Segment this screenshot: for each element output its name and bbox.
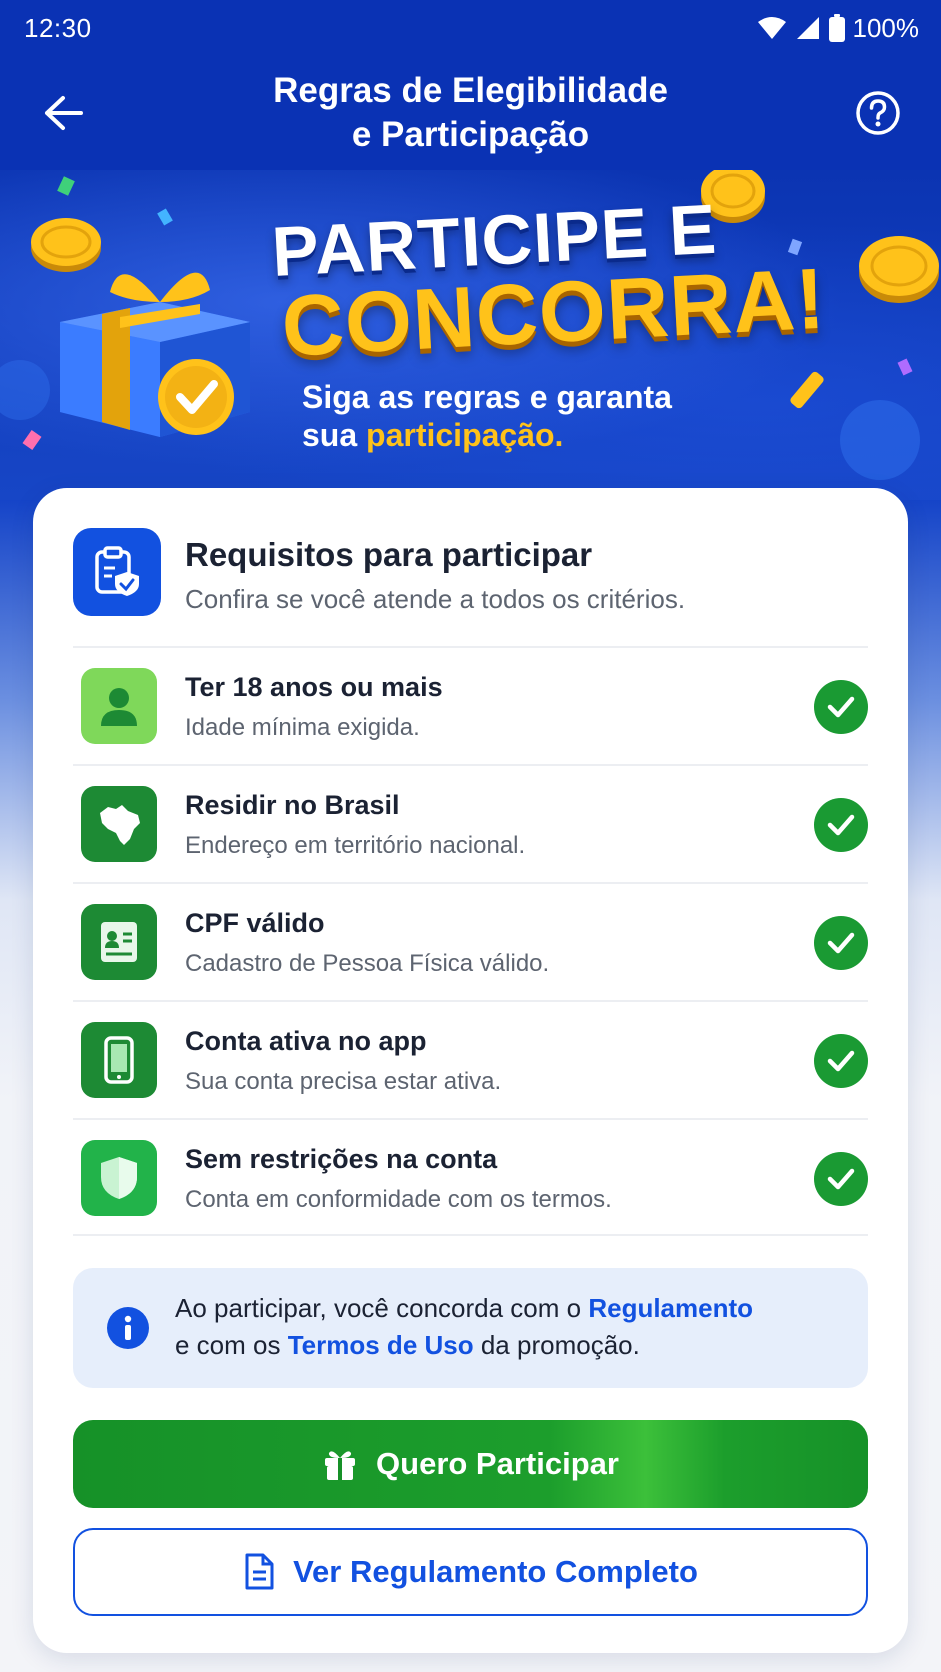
- notice-text-part3: da promoção.: [473, 1330, 640, 1360]
- requirements-card: Requisitos para participar Confira se vo…: [33, 488, 908, 1653]
- promo-subtitle-prefix: sua: [302, 417, 367, 453]
- requirement-desc: Conta em conformidade com os termos.: [185, 1186, 612, 1213]
- participate-button-label: Quero Participar: [376, 1446, 619, 1481]
- promo-subtitle: Siga as regras e garanta sua participaçã…: [302, 378, 722, 454]
- status-bar: 12:30 100%: [0, 0, 941, 56]
- requirement-desc: Idade mínima exigida.: [185, 714, 420, 741]
- requirements-list: Ter 18 anos ou mais Idade mínima exigida…: [73, 646, 868, 1236]
- requirements-title: Requisitos para participar: [185, 536, 593, 573]
- page-title-line2: e Participação: [351, 115, 590, 154]
- requirement-item-account: Conta ativa no app Sua conta precisa est…: [73, 1000, 868, 1118]
- id-card-icon: [81, 904, 157, 980]
- battery-percent: 100%: [852, 12, 920, 43]
- promo-subtitle-line1: Siga as regras e garanta: [302, 379, 672, 415]
- requirement-item-age: Ter 18 anos ou mais Idade mínima exigida…: [73, 646, 868, 764]
- help-icon: [856, 91, 900, 135]
- signal-icon: [795, 15, 821, 41]
- notice-text-part2: e com os: [175, 1330, 288, 1360]
- back-button[interactable]: [36, 86, 90, 140]
- check-icon: [814, 916, 868, 970]
- page-title-line1: Regras de Elegibilidade: [273, 71, 668, 110]
- user-icon: [81, 668, 157, 744]
- phone-icon: [81, 1022, 157, 1098]
- brazil-map-icon: [81, 786, 157, 862]
- app-header: Regras de Elegibilidade e Participação: [0, 56, 941, 170]
- wifi-icon: [757, 16, 787, 40]
- check-icon: [814, 680, 868, 734]
- info-icon: [107, 1307, 149, 1349]
- clipboard-check-icon: [73, 528, 161, 616]
- participate-button[interactable]: Quero Participar: [73, 1420, 868, 1508]
- promo-banner: PARTICIPE E CONCORRA! Siga as regras e g…: [0, 170, 941, 500]
- page-title: Regras de Elegibilidade e Participação: [211, 69, 731, 157]
- regulamento-link[interactable]: Regulamento: [588, 1293, 753, 1323]
- requirements-subtitle: Confira se você atende a todos os critér…: [185, 584, 686, 614]
- requirement-title: Ter 18 anos ou mais: [185, 672, 443, 702]
- requirement-title: Conta ativa no app: [185, 1026, 427, 1056]
- coin-icon: [859, 236, 939, 303]
- view-regulations-button[interactable]: Ver Regulamento Completo: [73, 1528, 868, 1616]
- terms-notice: Ao participar, você concorda com o Regul…: [73, 1268, 868, 1388]
- terms-notice-text: Ao participar, você concorda com o Regul…: [175, 1290, 835, 1364]
- requirement-item-cpf: CPF válido Cadastro de Pessoa Física vál…: [73, 882, 868, 1000]
- requirement-title: CPF válido: [185, 908, 325, 938]
- status-time: 12:30: [24, 12, 92, 43]
- check-icon: [814, 798, 868, 852]
- requirement-title: Residir no Brasil: [185, 790, 400, 820]
- requirement-item-restrictions: Sem restrições na conta Conta em conform…: [73, 1118, 868, 1236]
- document-icon: [245, 1553, 274, 1590]
- requirement-title: Sem restrições na conta: [185, 1144, 498, 1174]
- shield-icon: [81, 1140, 157, 1216]
- gift-icon: [325, 1451, 356, 1480]
- notice-text-part1: Ao participar, você concorda com o: [175, 1293, 589, 1323]
- battery-icon: [828, 14, 845, 42]
- promo-subtitle-highlight: participação.: [366, 417, 564, 453]
- requirement-desc: Cadastro de Pessoa Física válido.: [185, 950, 550, 977]
- view-regulations-button-label: Ver Regulamento Completo: [293, 1554, 698, 1589]
- requirement-item-residence: Residir no Brasil Endereço em território…: [73, 764, 868, 882]
- status-icons: 100%: [757, 12, 920, 44]
- requirement-desc: Endereço em território nacional.: [185, 832, 526, 859]
- check-icon: [814, 1152, 868, 1206]
- check-icon: [814, 1034, 868, 1088]
- requirements-header: Requisitos para participar Confira se vo…: [73, 528, 868, 620]
- gift-box-icon: [60, 272, 250, 437]
- promo-subtitle-line2: sua participação.: [302, 416, 722, 454]
- help-button[interactable]: [851, 86, 905, 140]
- arrow-left-icon: [45, 96, 83, 130]
- termos-de-uso-link[interactable]: Termos de Uso: [288, 1330, 474, 1360]
- requirement-desc: Sua conta precisa estar ativa.: [185, 1068, 502, 1095]
